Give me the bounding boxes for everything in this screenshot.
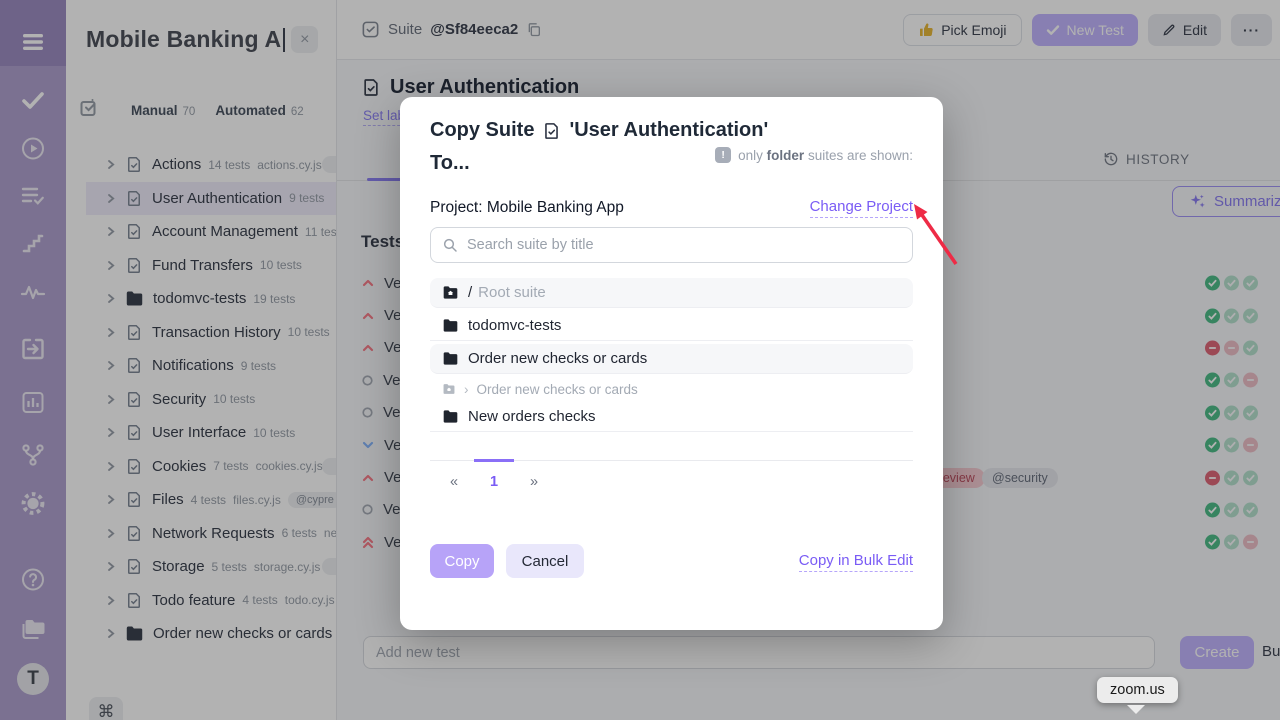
pagination-prev[interactable]: « <box>434 461 474 490</box>
folder-row-new-orders[interactable]: New orders checks <box>430 402 913 432</box>
change-project-link[interactable]: Change Project <box>810 198 913 218</box>
copy-suite-modal: Copy Suite 'User Authentication' To... !… <box>400 97 943 630</box>
folder-icon <box>442 351 459 366</box>
folder-home-icon <box>442 285 459 300</box>
root-label: Root suite <box>478 284 546 301</box>
pagination-page-1[interactable]: 1 <box>474 459 514 490</box>
folder-icon <box>442 318 459 333</box>
os-app-tooltip: zoom.us <box>1097 677 1178 703</box>
breadcrumb-separator: › <box>464 382 469 397</box>
breadcrumb-label: Order new checks or cards <box>477 382 638 397</box>
pagination-next[interactable]: » <box>514 461 554 490</box>
root-suite-row[interactable]: / Root suite <box>430 278 913 308</box>
folder-breadcrumb: › Order new checks or cards <box>430 378 913 400</box>
pagination: « 1 » <box>430 460 913 490</box>
folder-home-icon <box>442 383 456 395</box>
copy-button[interactable]: Copy <box>430 544 494 578</box>
folder-only-note: ! only folder suites are shown: <box>715 147 913 163</box>
app-window: T Mobile Banking A × Manual70 Automated6… <box>0 0 1280 720</box>
destination-suite-list: / Root suite todomvc-tests Order new che… <box>430 278 913 435</box>
modal-title-tail: To... <box>430 152 470 175</box>
suite-doc-icon <box>542 121 561 141</box>
copy-in-bulk-edit-link[interactable]: Copy in Bulk Edit <box>799 552 913 572</box>
cancel-button[interactable]: Cancel <box>506 544 584 578</box>
search-icon <box>442 237 458 253</box>
info-icon: ! <box>715 147 731 163</box>
folder-row-todomvc[interactable]: todomvc-tests <box>430 311 913 341</box>
root-slash: / <box>468 284 472 301</box>
suite-search-box <box>430 227 913 263</box>
modal-title: Copy Suite 'User Authentication' <box>430 119 768 142</box>
folder-row-order-checks[interactable]: Order new checks or cards <box>430 344 913 374</box>
suite-search-input[interactable] <box>467 237 901 253</box>
folder-icon <box>442 409 459 424</box>
project-line: Project: Mobile Banking App <box>430 199 624 217</box>
